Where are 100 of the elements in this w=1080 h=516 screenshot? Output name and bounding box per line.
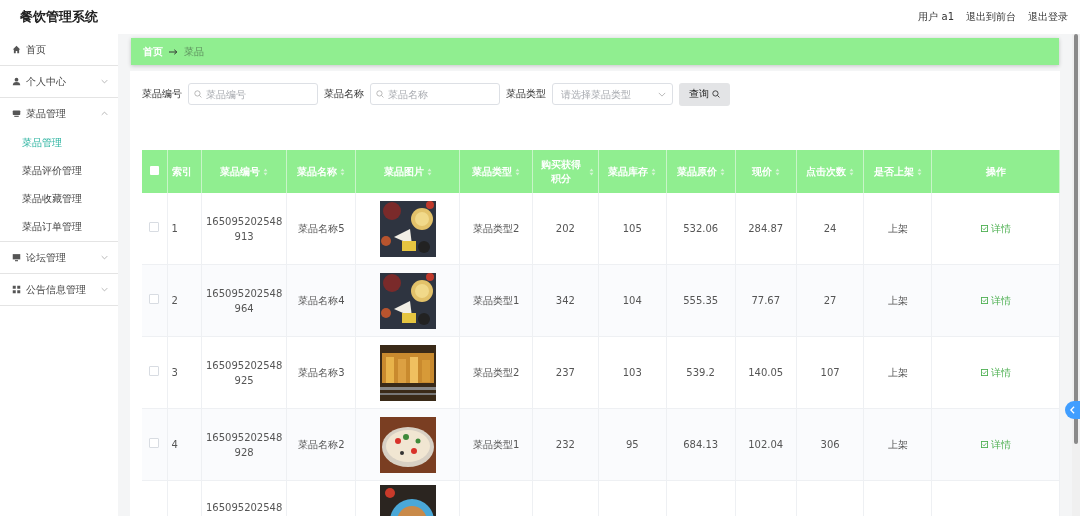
sort-icon[interactable] <box>916 167 922 176</box>
submenu-item[interactable]: 菜品评价管理 <box>0 157 118 185</box>
table-cell: 1 <box>171 223 178 234</box>
table-cell: 105 <box>622 223 642 234</box>
table-cell: 102.04 <box>748 439 784 450</box>
column-header: 操作 <box>985 164 1006 179</box>
table-cell: 306 <box>820 439 840 450</box>
row-checkbox[interactable] <box>149 366 160 376</box>
table-cell: 103 <box>622 367 642 378</box>
column-header: 点击次数 <box>806 164 847 179</box>
column-header: 菜品名称 <box>297 164 338 179</box>
checkbox-icon <box>980 297 988 304</box>
table-cell: 202 <box>555 223 575 234</box>
search-icon <box>194 90 202 98</box>
sort-icon[interactable] <box>588 167 594 176</box>
scrollbar[interactable] <box>1072 34 1080 516</box>
search-field[interactable]: 菜品名称 <box>370 83 500 105</box>
sidebar-item[interactable]: 公告信息管理 <box>0 274 118 305</box>
table-cell: 532.06 <box>683 223 719 234</box>
table-cell: 165095202548964 <box>205 287 283 314</box>
table-cell: 539.2 <box>686 367 715 378</box>
column-header: 菜品图片 <box>383 164 424 179</box>
submenu-item[interactable]: 菜品收藏管理 <box>0 185 118 213</box>
checkbox-icon <box>980 369 988 376</box>
table-cell: 菜品名称3 <box>298 367 345 378</box>
sort-icon[interactable] <box>426 167 432 176</box>
table-cell: 上架 <box>887 295 908 306</box>
header-link[interactable]: 用户 a1 <box>918 10 954 24</box>
column-header: 菜品类型 <box>472 164 513 179</box>
sidebar-item[interactable]: 首页 <box>0 34 118 65</box>
column-header: 索引 <box>171 164 192 179</box>
table-cell: 165095202548925 <box>205 359 283 386</box>
sidebar-item[interactable]: 论坛管理 <box>0 242 118 273</box>
column-header: 菜品库存 <box>608 164 649 179</box>
sort-icon[interactable] <box>340 167 346 176</box>
table-cell: 107 <box>820 367 840 378</box>
table-cell: 237 <box>555 367 575 378</box>
sort-icon[interactable] <box>263 167 269 176</box>
table-cell: 24 <box>823 223 837 234</box>
table-cell: 342 <box>555 295 575 306</box>
row-checkbox[interactable] <box>149 222 160 232</box>
table-cell: 菜品名称2 <box>298 439 345 450</box>
table-cell: 684.13 <box>683 439 719 450</box>
header-link[interactable]: 退出到前台 <box>966 10 1016 24</box>
home-icon <box>12 45 21 54</box>
table-cell: 4 <box>171 439 178 450</box>
sort-icon[interactable] <box>651 167 657 176</box>
sort-icon[interactable] <box>774 167 780 176</box>
table-cell: 菜品类型1 <box>472 295 520 306</box>
checkbox-icon <box>980 441 988 448</box>
grid-icon <box>12 285 21 294</box>
table-cell: 上架 <box>887 439 908 450</box>
table-cell: 555.35 <box>683 295 719 306</box>
table-cell: 284.87 <box>748 223 784 234</box>
chevron-left-icon <box>1070 406 1075 414</box>
table-cell: 77.67 <box>751 295 781 306</box>
arrow-icon <box>169 48 178 55</box>
column-header: 是否上架 <box>873 164 914 179</box>
header-link[interactable]: 退出登录 <box>1028 10 1068 24</box>
table-cell: 菜品类型1 <box>472 439 520 450</box>
search-field[interactable]: 菜品编号 <box>188 83 318 105</box>
type-select[interactable]: 请选择菜品类型 <box>552 83 673 105</box>
search-icon <box>376 90 384 98</box>
table-cell: 165095202548913 <box>205 215 283 242</box>
table-cell: 165095202548 <box>205 502 283 513</box>
table-cell: 上架 <box>887 367 908 378</box>
table-cell: 140.05 <box>748 367 784 378</box>
table-cell: 104 <box>622 295 642 306</box>
column-header: 现价 <box>751 164 772 179</box>
submenu-item[interactable]: 菜品订单管理 <box>0 213 118 241</box>
user-icon <box>12 77 21 86</box>
table-cell: 菜品名称4 <box>298 295 345 306</box>
sidebar-item[interactable]: 菜品管理 <box>0 98 118 129</box>
sort-icon[interactable] <box>515 167 521 176</box>
table-cell: 上架 <box>887 223 908 234</box>
sort-icon[interactable] <box>719 167 725 176</box>
column-header: 菜品编号 <box>220 164 261 179</box>
monitor-icon <box>12 253 21 262</box>
checkbox-icon <box>980 225 988 232</box>
row-checkbox[interactable] <box>149 294 160 304</box>
table-cell: 232 <box>555 439 575 450</box>
table-cell: 菜品名称5 <box>298 223 345 234</box>
table-cell: 165095202548928 <box>205 431 283 458</box>
chevron-down-icon <box>658 92 666 97</box>
row-checkbox[interactable] <box>149 438 160 448</box>
table-cell: 2 <box>171 295 178 306</box>
field-label: 菜品编号 <box>142 87 182 101</box>
table-cell: 菜品类型2 <box>472 223 520 234</box>
column-header: 购买获得积分 <box>540 157 583 186</box>
sidebar-item[interactable]: 个人中心 <box>0 66 118 97</box>
table-cell: 27 <box>823 295 837 306</box>
table-cell: 3 <box>171 367 178 378</box>
field-label: 菜品类型 <box>506 87 546 101</box>
tray-icon <box>12 109 21 118</box>
search-button[interactable]: 查询 <box>679 82 730 106</box>
search-icon <box>712 90 720 98</box>
table-cell: 菜品类型2 <box>472 367 520 378</box>
column-header: 菜品原价 <box>676 164 717 179</box>
sort-icon[interactable] <box>849 167 855 176</box>
select-all-checkbox[interactable] <box>149 166 159 175</box>
